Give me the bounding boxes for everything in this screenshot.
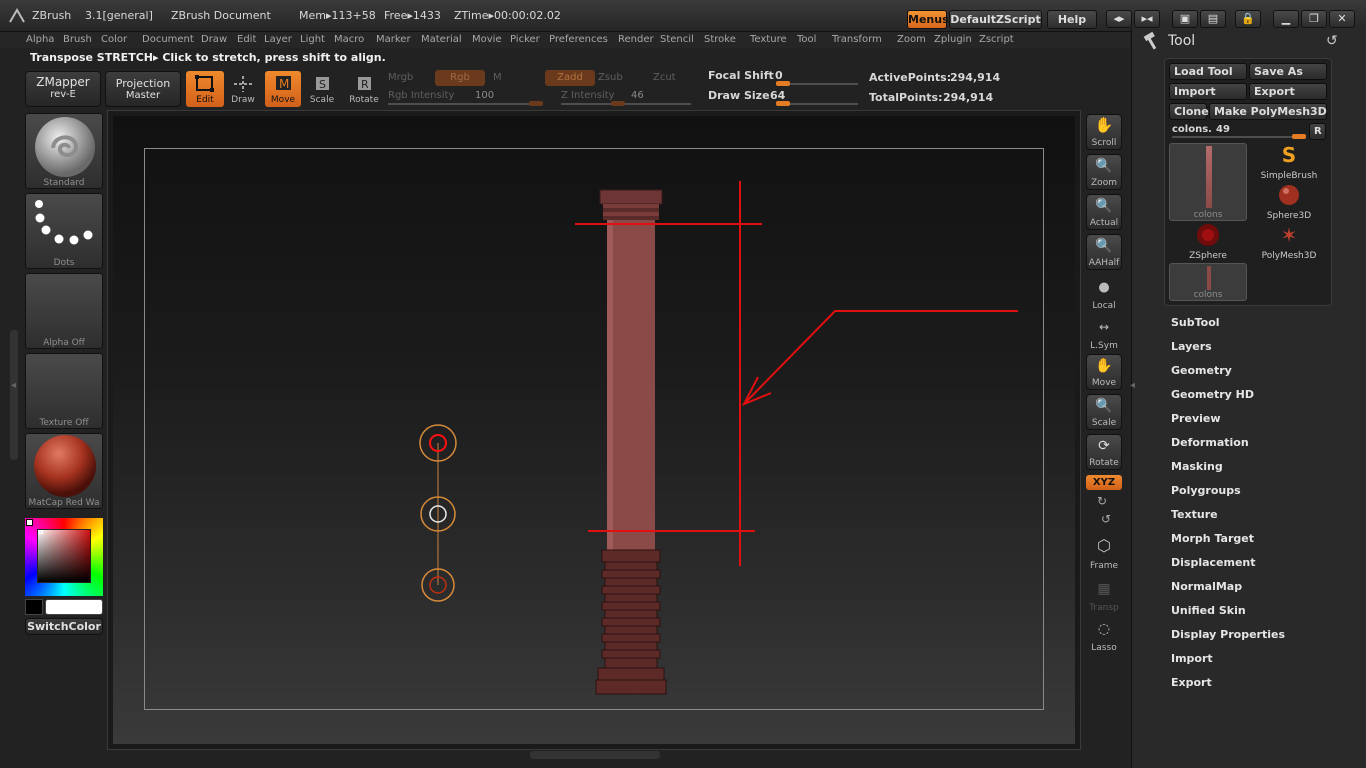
cube-icon: ⬡ bbox=[1097, 536, 1111, 555]
lasso-icon: ◌ bbox=[1097, 621, 1111, 637]
tile-caption: SimpleBrush bbox=[1260, 171, 1318, 181]
section-subtool[interactable]: SubTool bbox=[1171, 316, 1220, 329]
section-geometry[interactable]: Geometry bbox=[1171, 364, 1232, 377]
aahalf-icon: 🔍 bbox=[1095, 238, 1113, 254]
sphere3d-icon bbox=[1279, 185, 1299, 205]
tool-r-button[interactable]: R bbox=[1309, 123, 1326, 140]
aahalf-label: AAHalf bbox=[1088, 258, 1120, 268]
local-icon: ● bbox=[1098, 280, 1110, 295]
rotate-view-button[interactable]: ⟳ Rotate bbox=[1086, 434, 1122, 470]
tile-caption: PolyMesh3D bbox=[1261, 251, 1317, 261]
section-deformation[interactable]: Deformation bbox=[1171, 436, 1249, 449]
tool-tile-polymesh3d[interactable]: ✶ PolyMesh3D bbox=[1250, 223, 1328, 261]
reset-icon[interactable]: ↺ bbox=[1326, 33, 1338, 49]
actual-button[interactable]: 🔍 Actual bbox=[1086, 194, 1122, 230]
magnifier-icon: 🔍 bbox=[1095, 158, 1113, 174]
frame-label: Frame bbox=[1089, 561, 1119, 571]
tool-title: Tool bbox=[1168, 33, 1196, 49]
aahalf-button[interactable]: 🔍 AAHalf bbox=[1086, 234, 1122, 270]
scroll-button[interactable]: ✋ Scroll bbox=[1086, 114, 1122, 150]
load-tool-button[interactable]: Load Tool bbox=[1169, 63, 1247, 80]
local-label: Local bbox=[1092, 301, 1116, 311]
scale-view-label: Scale bbox=[1091, 418, 1117, 428]
actual-label: Actual bbox=[1089, 218, 1119, 228]
rotate-view-icon: ⟳ bbox=[1098, 438, 1110, 454]
section-export[interactable]: Export bbox=[1171, 676, 1212, 689]
rotate-z-icon[interactable]: ↺ bbox=[1101, 512, 1111, 526]
move-hand-icon: ✋ bbox=[1095, 358, 1113, 374]
tile-caption: colons bbox=[1193, 210, 1223, 220]
polymesh3d-icon: ✶ bbox=[1280, 223, 1298, 247]
scale-view-button[interactable]: 🔍 Scale bbox=[1086, 394, 1122, 430]
simplebrush-icon: S bbox=[1281, 143, 1297, 167]
section-geometry-hd[interactable]: Geometry HD bbox=[1171, 388, 1254, 401]
tool-tile-colons-active[interactable]: colons bbox=[1169, 143, 1247, 221]
section-texture[interactable]: Texture bbox=[1171, 508, 1218, 521]
colons-thumbnail bbox=[1206, 146, 1212, 208]
transp-button[interactable]: ▦ Transp bbox=[1086, 578, 1122, 614]
lasso-label: Lasso bbox=[1091, 643, 1117, 653]
section-morph-target[interactable]: Morph Target bbox=[1171, 532, 1254, 545]
scroll-label: Scroll bbox=[1091, 138, 1117, 148]
section-unified-skin[interactable]: Unified Skin bbox=[1171, 604, 1246, 617]
xyz-toggle[interactable]: XYZ bbox=[1086, 475, 1122, 490]
section-preview[interactable]: Preview bbox=[1171, 412, 1221, 425]
tile-caption: colons bbox=[1193, 290, 1223, 300]
tool-tile-simplebrush[interactable]: S SimpleBrush bbox=[1250, 143, 1328, 181]
local-button[interactable]: ● Local bbox=[1086, 276, 1122, 312]
tool-slider-label: colons. bbox=[1172, 124, 1212, 135]
transpose-action-line[interactable] bbox=[419, 424, 457, 602]
scale-view-icon: 🔍 bbox=[1095, 398, 1113, 414]
tool-tile-colons[interactable]: colons bbox=[1169, 263, 1247, 301]
right-tray-arrow-icon[interactable]: ◂ bbox=[1130, 380, 1135, 391]
transparency-icon: ▦ bbox=[1097, 581, 1111, 597]
transp-label: Transp bbox=[1089, 603, 1119, 613]
left-tray-arrow-icon[interactable]: ◂ bbox=[11, 380, 16, 391]
move-view-label: Move bbox=[1091, 378, 1117, 388]
actual-size-icon: 🔍 bbox=[1095, 198, 1113, 214]
tool-tile-zsphere[interactable]: ZSphere bbox=[1169, 223, 1247, 261]
section-displacement[interactable]: Displacement bbox=[1171, 556, 1256, 569]
tool-tile-sphere3d[interactable]: Sphere3D bbox=[1250, 183, 1328, 221]
save-as-button[interactable]: Save As bbox=[1249, 63, 1327, 80]
export-button[interactable]: Export bbox=[1249, 83, 1327, 100]
section-import[interactable]: Import bbox=[1171, 652, 1213, 665]
hammer-icon bbox=[1143, 31, 1157, 50]
frame-button[interactable]: ⬡ Frame bbox=[1086, 536, 1122, 572]
tile-caption: ZSphere bbox=[1189, 251, 1227, 261]
section-normalmap[interactable]: NormalMap bbox=[1171, 580, 1242, 593]
section-display-properties[interactable]: Display Properties bbox=[1171, 628, 1285, 641]
rotate-view-label: Rotate bbox=[1089, 458, 1119, 468]
zoom-button[interactable]: 🔍 Zoom bbox=[1086, 154, 1122, 190]
lsym-button[interactable]: ↔ L.Sym bbox=[1086, 316, 1122, 352]
hand-icon: ✋ bbox=[1094, 116, 1114, 134]
import-button[interactable]: Import bbox=[1169, 83, 1247, 100]
colons-thumbnail-small bbox=[1207, 266, 1211, 290]
rotate-y-icon[interactable]: ↻ bbox=[1097, 494, 1107, 508]
zoom-label: Zoom bbox=[1091, 178, 1117, 188]
bottom-tray-handle[interactable] bbox=[530, 751, 660, 759]
section-masking[interactable]: Masking bbox=[1171, 460, 1223, 473]
lasso-button[interactable]: ◌ Lasso bbox=[1086, 618, 1122, 654]
clone-button[interactable]: Clone bbox=[1169, 103, 1209, 120]
tool-slider[interactable] bbox=[1172, 136, 1306, 138]
column-model[interactable] bbox=[595, 189, 667, 695]
section-polygroups[interactable]: Polygroups bbox=[1171, 484, 1241, 497]
move-view-button[interactable]: ✋ Move bbox=[1086, 354, 1122, 390]
make-polymesh-button[interactable]: Make PolyMesh3D bbox=[1209, 103, 1327, 120]
tool-slider-knob[interactable] bbox=[1292, 134, 1306, 139]
section-layers[interactable]: Layers bbox=[1171, 340, 1212, 353]
tool-slider-value: 49 bbox=[1216, 124, 1230, 135]
tile-caption: Sphere3D bbox=[1266, 211, 1312, 221]
lsym-label: L.Sym bbox=[1090, 341, 1118, 351]
symmetry-icon: ↔ bbox=[1098, 320, 1110, 334]
zsphere-icon bbox=[1197, 224, 1219, 246]
